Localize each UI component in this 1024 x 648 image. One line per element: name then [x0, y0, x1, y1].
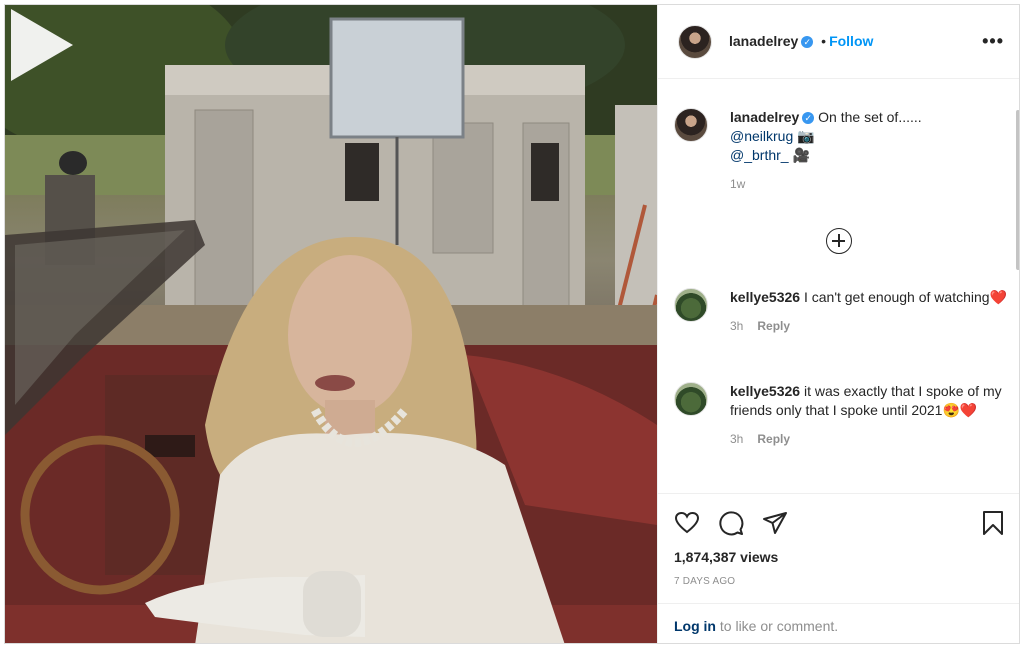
caption-avatar[interactable] [674, 108, 708, 142]
post-author-username[interactable]: lanadelrey [729, 33, 798, 49]
separator-dot: • [821, 33, 827, 49]
actions-bar: 1,874,387 views 7 DAYS AGO Log in to lik… [658, 493, 1019, 643]
post-side-panel: lanadelrey ✓ • Follow ••• lanadelrey ✓ On t… [657, 5, 1019, 643]
camera-emoji: 📷 [797, 128, 815, 144]
movie-camera-emoji: 🎥 [792, 147, 810, 163]
header-row: lanadelrey ✓ • Follow [729, 33, 873, 49]
comment-time[interactable]: 3h [730, 319, 743, 333]
bookmark-icon[interactable] [980, 510, 1006, 536]
comment-username[interactable]: kellye5326 [730, 289, 800, 305]
heart-icon[interactable] [674, 510, 700, 536]
emoji: 😍❤️ [942, 402, 978, 418]
heart-emoji: ❤️ [989, 289, 1007, 305]
play-icon[interactable] [5, 5, 77, 85]
login-prompt: Log in to like or comment. [658, 603, 1019, 643]
commenter-avatar[interactable] [674, 288, 708, 322]
verified-badge-icon: ✓ [802, 112, 815, 124]
post-header: lanadelrey ✓ • Follow ••• [658, 5, 1019, 79]
caption-text: On the set of...... [818, 109, 922, 125]
verified-badge-icon: ✓ [801, 36, 814, 48]
reply-button[interactable]: Reply [757, 319, 790, 333]
scrollbar[interactable] [1016, 110, 1019, 270]
plus-circle-icon[interactable] [826, 228, 852, 254]
login-link[interactable]: Log in [674, 618, 716, 634]
post-timestamp[interactable]: 7 DAYS AGO [674, 576, 735, 587]
avatar[interactable] [678, 25, 712, 59]
video-frame [5, 5, 657, 643]
comment-username[interactable]: kellye5326 [730, 383, 800, 399]
mention-link[interactable]: @_brthr_ [730, 147, 789, 163]
more-icon[interactable]: ••• [982, 31, 1004, 51]
comments-list[interactable]: lanadelrey ✓ On the set of...... @neilkru… [658, 80, 1019, 493]
instagram-post: lanadelrey ✓ • Follow ••• lanadelrey ✓ On t… [4, 4, 1020, 644]
login-prompt-text: to like or comment. [716, 618, 839, 634]
reply-button[interactable]: Reply [757, 432, 790, 446]
commenter-avatar[interactable] [674, 382, 708, 416]
follow-button[interactable]: Follow [829, 33, 873, 49]
mention-link[interactable]: @neilkrug [730, 128, 793, 144]
post-video[interactable] [5, 5, 657, 643]
comment-icon[interactable] [718, 510, 744, 536]
view-count[interactable]: 1,874,387 views [674, 549, 778, 565]
comment-time[interactable]: 3h [730, 432, 743, 446]
comment-text: I can't get enough of watching [803, 289, 990, 305]
share-icon[interactable] [762, 510, 788, 536]
caption-time[interactable]: 1w [730, 177, 745, 191]
caption-username[interactable]: lanadelrey [730, 109, 799, 125]
